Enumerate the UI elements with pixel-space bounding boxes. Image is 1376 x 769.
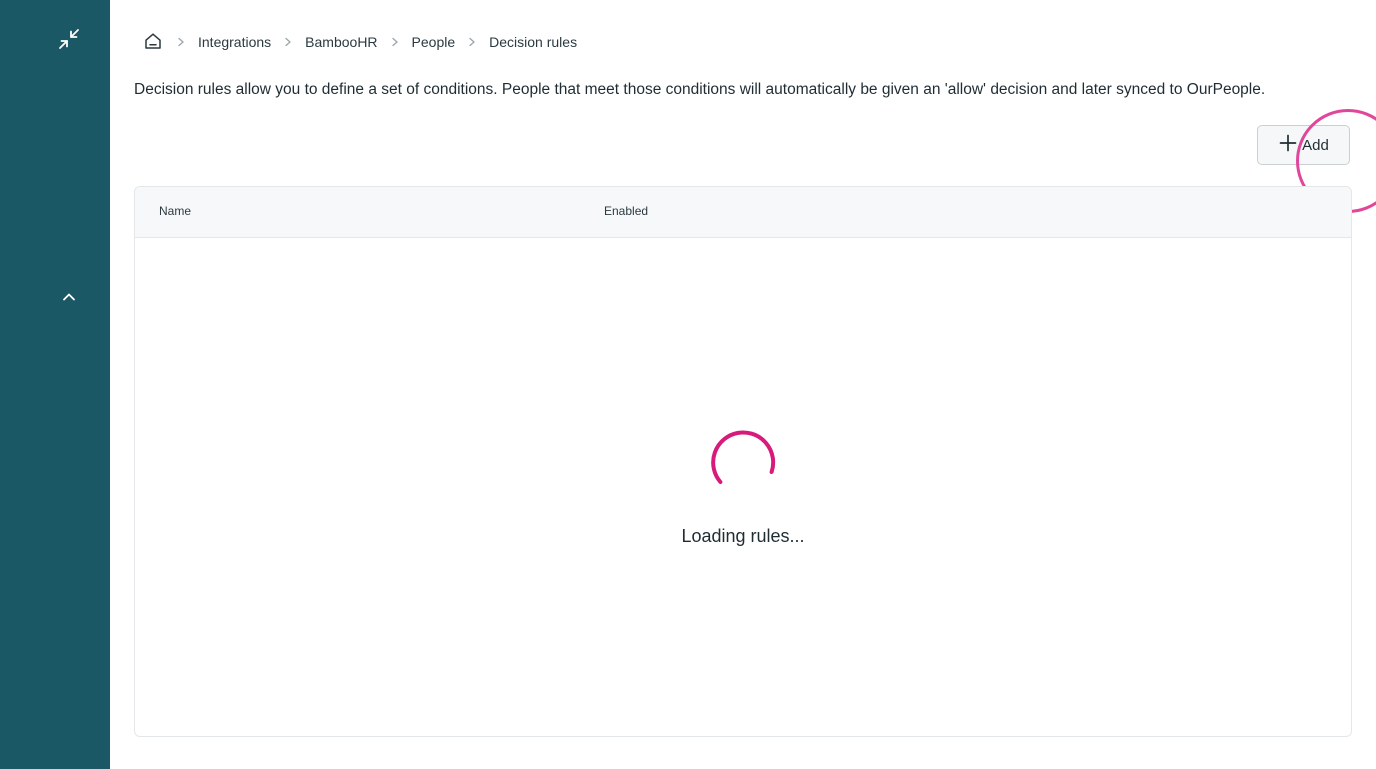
add-button-label: Add — [1302, 136, 1329, 154]
rules-table: Name Enabled Loading rules... — [134, 186, 1352, 737]
page-description: Decision rules allow you to define a set… — [134, 81, 1266, 98]
breadcrumb-home[interactable] — [142, 31, 164, 53]
chevron-right-icon — [384, 37, 406, 47]
plus-icon — [1278, 133, 1298, 157]
collapse-sidebar-button[interactable] — [56, 28, 82, 54]
loading-state: Loading rules... — [135, 427, 1351, 547]
chevron-up-icon — [61, 289, 77, 310]
sidebar-toggle-button[interactable] — [58, 288, 80, 310]
add-rule-button[interactable]: Add — [1257, 125, 1350, 165]
breadcrumb-item-people[interactable]: People — [412, 34, 456, 50]
breadcrumb: Integrations BambooHR People Decision ru… — [142, 30, 577, 54]
chevron-right-icon — [461, 37, 483, 47]
chevron-right-icon — [277, 37, 299, 47]
loading-spinner-icon — [708, 427, 778, 502]
main-content: Integrations BambooHR People Decision ru… — [110, 0, 1376, 769]
breadcrumb-item-decision-rules[interactable]: Decision rules — [489, 34, 577, 50]
sidebar — [0, 0, 110, 769]
chevron-right-icon — [170, 37, 192, 47]
collapse-arrows-icon — [58, 28, 80, 55]
breadcrumb-item-integrations[interactable]: Integrations — [198, 34, 271, 50]
home-icon — [143, 31, 163, 54]
app-root: Integrations BambooHR People Decision ru… — [0, 0, 1376, 769]
loading-text: Loading rules... — [681, 526, 805, 546]
column-header-enabled[interactable]: Enabled — [604, 204, 648, 218]
breadcrumb-item-bamboohr[interactable]: BambooHR — [305, 34, 377, 50]
column-header-name[interactable]: Name — [159, 204, 191, 218]
table-header: Name Enabled — [135, 187, 1351, 238]
